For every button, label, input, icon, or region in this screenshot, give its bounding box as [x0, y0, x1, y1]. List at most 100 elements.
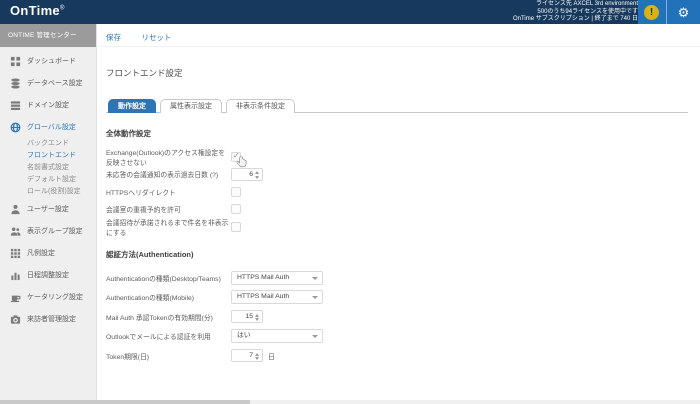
unanswered-days-input — [231, 168, 263, 181]
sidebar-item-legend[interactable]: 凡例設定 — [0, 242, 96, 264]
sidebar-item-catering[interactable]: ケータリング設定 — [0, 286, 96, 308]
field-label: HTTPSへリダイレクト — [106, 187, 231, 197]
license-line-3: OnTime サブスクリプション | 終了まで 740 日 — [513, 16, 638, 24]
sidebar-item-label: 日程調整設定 — [27, 270, 69, 280]
form-row-auth-desktop: Authenticationの種類(Desktop/Teams) HTTPS M… — [106, 270, 688, 285]
domain-icon — [10, 100, 21, 111]
license-info: ライセンス先 AXCEL 3rd environment 500のうち94ライセ… — [513, 1, 638, 24]
field-label: Mail Auth 承認Tokenの有効期間(分) — [106, 312, 231, 322]
sidebar-item-label: ダッシュボード — [27, 56, 76, 66]
chevron-down-icon — [312, 335, 318, 338]
ontime-logo: OnTime® — [10, 3, 65, 18]
form-row-unanswered-days: 未応答の会議通知の表示過去日数 (?) — [106, 167, 688, 182]
form-row-auth-mobile: Authenticationの種類(Mobile) HTTPS Mail Aut… — [106, 290, 688, 305]
sidebar-header: ONTIME 管理センター — [0, 24, 96, 47]
spinner-arrows-icon[interactable] — [255, 351, 260, 362]
days-suffix-label: 日 — [268, 351, 275, 361]
gear-icon: ⚙ — [678, 6, 690, 19]
horizontal-scrollbar[interactable] — [0, 400, 700, 404]
form-row-exchange-access: Exchange(Outlook)のアクセス権設定を反映させない ✓ — [106, 149, 688, 164]
tab-attribute-display-settings[interactable]: 属性表示設定 — [160, 99, 222, 113]
license-line-1: ライセンス先 AXCEL 3rd environment — [513, 1, 638, 9]
chevron-down-icon — [312, 277, 318, 280]
sidebar-item-label: 表示グループ設定 — [27, 226, 83, 236]
double-booking-checkbox[interactable] — [231, 204, 241, 214]
license-alert-badge[interactable]: ! — [644, 5, 659, 20]
sidebar-subitem-name-format[interactable]: 名前書式設定 — [0, 162, 96, 174]
dashboard-icon — [10, 56, 21, 67]
field-label: 会議招待が承諾されるまで件名を非表示にする — [106, 217, 231, 237]
sidebar-item-label: データベース設定 — [27, 78, 83, 88]
top-bar: OnTime® ライセンス先 AXCEL 3rd environment 500… — [0, 0, 700, 24]
sidebar-item-global[interactable]: グローバル設定 — [0, 116, 96, 138]
spinner-arrows-icon[interactable] — [255, 170, 260, 181]
form-row-token-validity: Mail Auth 承認Tokenの有効期間(分) — [106, 309, 688, 324]
section-title: 全体動作設定 — [106, 128, 688, 139]
sidebar-item-visitor[interactable]: 来訪者管理設定 — [0, 308, 96, 330]
section-general-behavior: 全体動作設定 Exchange(Outlook)のアクセス権設定を反映させない … — [106, 128, 688, 234]
form-row-hide-subject: 会議招待が承諾されるまで件名を非表示にする — [106, 219, 688, 234]
sidebar-item-label: 来訪者管理設定 — [27, 314, 76, 324]
spinner-arrows-icon[interactable] — [255, 312, 260, 323]
license-line-2: 500のうち94ライセンスを使用中です — [513, 9, 638, 17]
sidebar-item-display-group[interactable]: 表示グループ設定 — [0, 220, 96, 242]
exchange-access-checkbox[interactable]: ✓ — [231, 152, 241, 162]
sidebar-item-label: ユーザー設定 — [27, 204, 69, 214]
sidebar-item-label: グローバル設定 — [27, 122, 76, 132]
field-label: Token期限(日) — [106, 351, 231, 361]
save-button[interactable]: 保存 — [106, 33, 121, 42]
sidebar-item-user[interactable]: ユーザー設定 — [0, 198, 96, 220]
hide-subject-checkbox[interactable] — [231, 222, 241, 232]
database-icon — [10, 78, 21, 89]
sidebar: ONTIME 管理センター ダッシュボード データベース設定 ドメイン設定 グロ… — [0, 24, 97, 404]
sidebar-item-label: ドメイン設定 — [27, 100, 69, 110]
chevron-down-icon — [312, 296, 318, 299]
field-label: 会議室の重複予約を許可 — [106, 204, 231, 214]
mouse-cursor-icon — [236, 156, 247, 168]
tab-bar: 動作設定 属性表示設定 非表示条件設定 — [106, 99, 688, 113]
catering-icon — [10, 292, 21, 303]
settings-button[interactable]: ⚙ — [667, 0, 700, 24]
section-authentication: 認証方法(Authentication) Authenticationの種類(D… — [106, 249, 688, 363]
outlook-mail-auth-select[interactable]: はい — [231, 329, 323, 343]
page-title: フロントエンド設定 — [106, 67, 688, 79]
field-label: Outlookでメールによる認証を利用 — [106, 331, 231, 341]
tab-hide-condition-settings[interactable]: 非表示条件設定 — [226, 99, 295, 113]
auth-desktop-select[interactable]: HTTPS Mail Auth — [231, 271, 323, 285]
sidebar-subitem-default[interactable]: デフォルト設定 — [0, 174, 96, 186]
sidebar-subitem-backend[interactable]: バックエンド — [0, 138, 96, 150]
form-row-double-booking: 会議室の重複予約を許可 — [106, 202, 688, 217]
form-row-outlook-mail-auth: Outlookでメールによる認証を利用 はい — [106, 329, 688, 344]
group-icon — [10, 226, 21, 237]
form-row-token-expiry: Token期限(日) 日 — [106, 348, 688, 363]
globe-icon — [10, 122, 21, 133]
tab-behavior-settings[interactable]: 動作設定 — [108, 99, 156, 113]
reset-button[interactable]: リセット — [141, 33, 171, 42]
sidebar-item-schedule[interactable]: 日程調整設定 — [0, 264, 96, 286]
main-content: 保存 リセット フロントエンド設定 動作設定 属性表示設定 非表示条件設定 全体… — [98, 24, 700, 404]
sidebar-item-label: ケータリング設定 — [27, 292, 83, 302]
section-title: 認証方法(Authentication) — [106, 249, 688, 260]
form-row-https-redirect: HTTPSへリダイレクト — [106, 184, 688, 199]
action-bar: 保存 リセット — [98, 24, 700, 47]
sidebar-item-dashboard[interactable]: ダッシュボード — [0, 50, 96, 72]
field-label: Exchange(Outlook)のアクセス権設定を反映させない — [106, 147, 231, 167]
sidebar-subitem-frontend[interactable]: フロントエンド — [0, 150, 96, 162]
topbar-right-section: ! ⚙ — [638, 0, 700, 24]
legend-icon — [10, 248, 21, 259]
sidebar-item-database[interactable]: データベース設定 — [0, 72, 96, 94]
visitor-icon — [10, 314, 21, 325]
sidebar-subitem-role[interactable]: ロール(役割)設定 — [0, 186, 96, 198]
token-validity-input — [231, 310, 263, 323]
sidebar-item-domain[interactable]: ドメイン設定 — [0, 94, 96, 116]
chart-icon — [10, 270, 21, 281]
field-label: 未応答の会議通知の表示過去日数 (?) — [106, 169, 231, 179]
token-expiry-input — [231, 349, 263, 362]
field-label: Authenticationの種類(Desktop/Teams) — [106, 273, 231, 283]
sidebar-item-label: 凡例設定 — [27, 248, 55, 258]
field-label: Authenticationの種類(Mobile) — [106, 292, 231, 302]
scrollbar-thumb[interactable] — [0, 400, 250, 404]
auth-mobile-select[interactable]: HTTPS Mail Auth — [231, 290, 323, 304]
https-redirect-checkbox[interactable] — [231, 187, 241, 197]
user-icon — [10, 204, 21, 215]
